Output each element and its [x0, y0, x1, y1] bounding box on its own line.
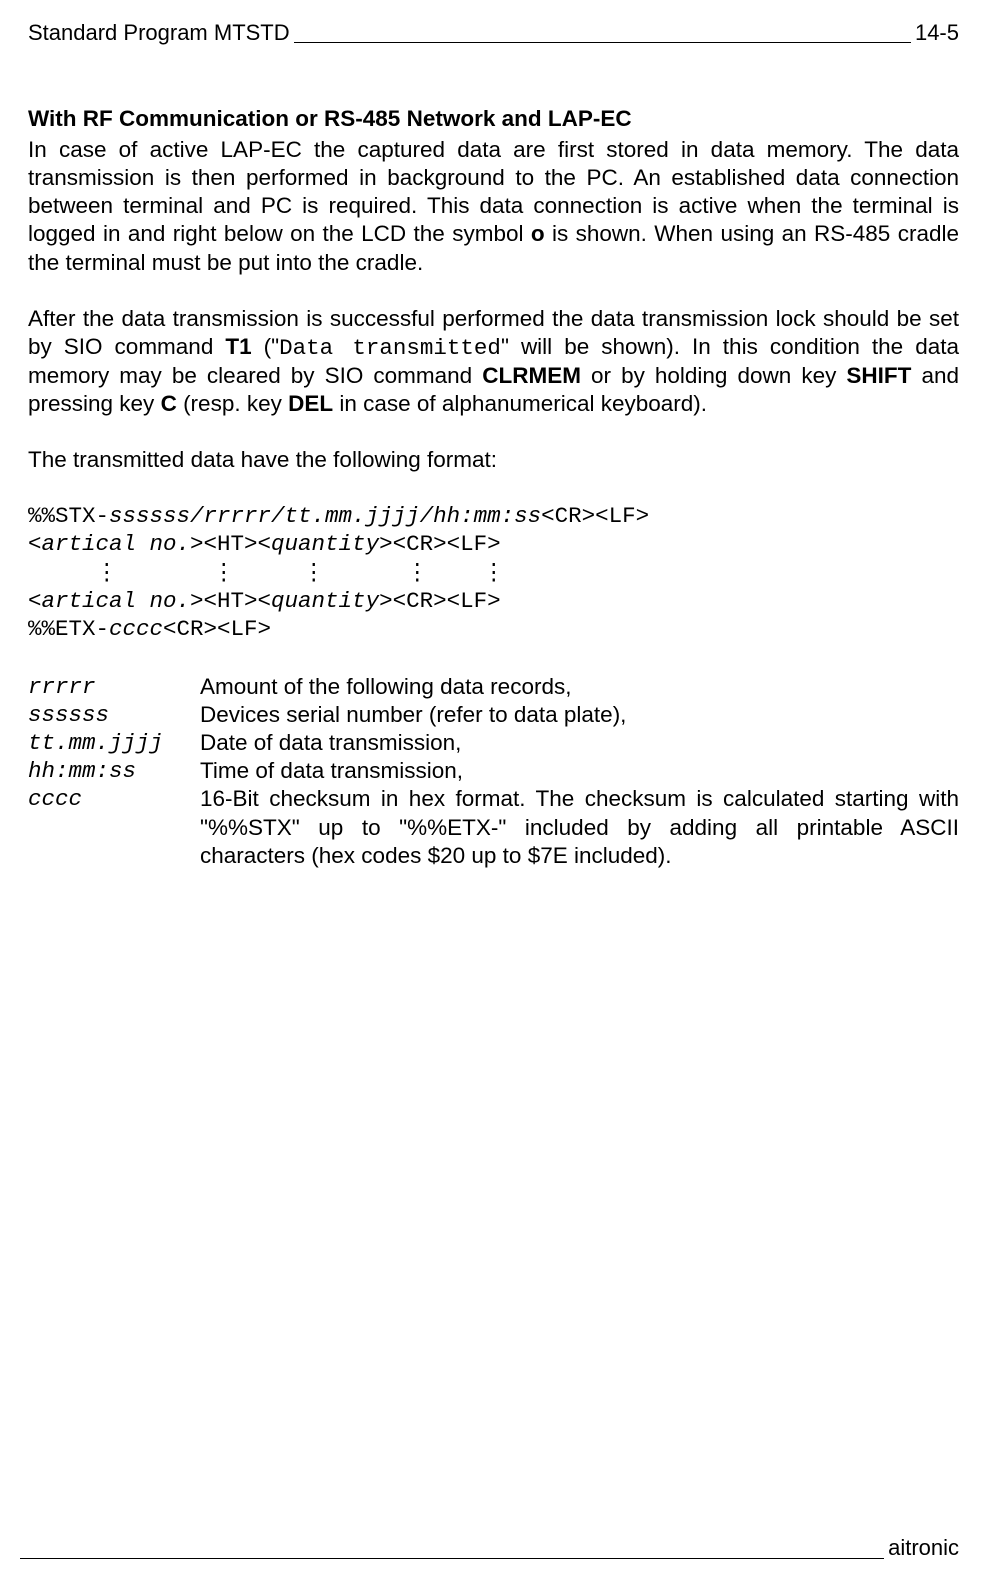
bold-symbol-o: o [531, 221, 545, 246]
footer-brand: aitronic [888, 1535, 959, 1561]
def-desc: Amount of the following data records, [200, 673, 959, 701]
header-left: Standard Program MTSTD [28, 20, 290, 46]
def-term-rrrrr: rrrrr [28, 673, 200, 701]
def-term-date: tt.mm.jjjj [28, 729, 200, 757]
paragraph-3: The transmitted data have the following … [28, 446, 959, 474]
def-row: tt.mm.jjjj Date of data transmission, [28, 729, 959, 757]
code-dots-row: ⋮ ⋮ ⋮ ⋮ ⋮ [28, 560, 505, 586]
code-text: %%ETX- [28, 616, 109, 642]
code-text: <CR><LF> [393, 588, 501, 614]
definition-list: rrrrr Amount of the following data recor… [28, 673, 959, 870]
code-italic: ssssss/rrrrr/tt.mm.jjjj/hh:mm:ss [109, 503, 541, 529]
text: (" [252, 334, 280, 359]
bold-clrmem: CLRMEM [482, 363, 581, 388]
text: in case of alphanumerical keyboard). [333, 391, 707, 416]
page: Standard Program MTSTD 14-5 With RF Comm… [0, 0, 987, 1581]
def-row: hh:mm:ss Time of data transmission, [28, 757, 959, 785]
def-row: ssssss Devices serial number (refer to d… [28, 701, 959, 729]
paragraph-1: In case of active LAP-EC the captured da… [28, 136, 959, 277]
code-italic: <artical no.> [28, 588, 204, 614]
bold-c: C [161, 391, 177, 416]
code-italic: <artical no.> [28, 531, 204, 557]
def-term-time: hh:mm:ss [28, 757, 200, 785]
code-etx: %%ETX- [407, 815, 498, 840]
code-italic: cccc [109, 616, 163, 642]
text: (resp. key [177, 391, 288, 416]
def-term-cccc: cccc [28, 785, 200, 813]
code-stx: %%STX [208, 815, 292, 840]
text: or by holding down key [581, 363, 846, 388]
bold-t1: T1 [225, 334, 251, 359]
def-term-ssssss: ssssss [28, 701, 200, 729]
page-footer: aitronic [20, 1535, 959, 1561]
code-text: <CR><LF> [163, 616, 271, 642]
header-rule [294, 20, 911, 43]
page-header: Standard Program MTSTD 14-5 [28, 20, 959, 46]
code-block: %%STX-ssssss/rrrrr/tt.mm.jjjj/hh:mm:ss<C… [28, 502, 959, 643]
code-text: <HT> [204, 588, 258, 614]
def-row: cccc 16-Bit checksum in hex format. The … [28, 785, 959, 869]
def-row: rrrrr Amount of the following data recor… [28, 673, 959, 701]
paragraph-2: After the data transmission is successfu… [28, 305, 959, 419]
code-italic: <quantity> [258, 531, 393, 557]
code-text: %%STX- [28, 503, 109, 529]
code-text: <CR><LF> [393, 531, 501, 557]
code-text: <HT> [204, 531, 258, 557]
header-page-number: 14-5 [915, 20, 959, 46]
code-text: <CR><LF> [541, 503, 649, 529]
bold-del: DEL [288, 391, 333, 416]
def-desc: Date of data transmission, [200, 729, 959, 757]
bold-shift: SHIFT [846, 363, 911, 388]
def-desc: Devices serial number (refer to data pla… [200, 701, 959, 729]
code-italic: <quantity> [258, 588, 393, 614]
section-heading: With RF Communication or RS-485 Network … [28, 106, 959, 132]
footer-rule [20, 1536, 884, 1559]
code-data-transmitted: Data transmitted [279, 335, 501, 361]
def-desc: Time of data transmission, [200, 757, 959, 785]
text: " up to " [292, 815, 407, 840]
def-desc: 16-Bit checksum in hex format. The check… [200, 785, 959, 869]
